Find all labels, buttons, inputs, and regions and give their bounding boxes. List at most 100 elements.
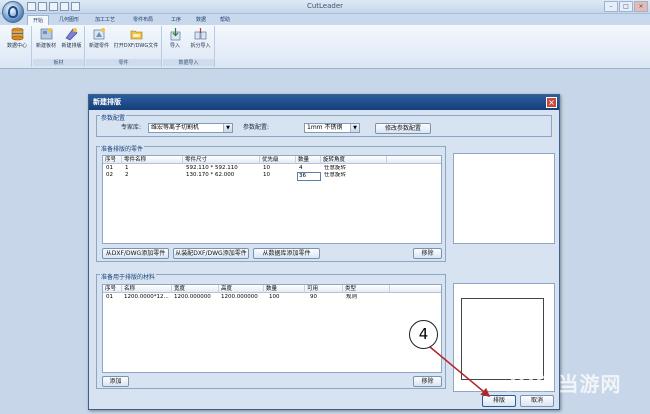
- materials-group-title: 准备用于排版的材料: [100, 274, 157, 281]
- new-sheet-label: 新建板材: [35, 43, 56, 49]
- column-header[interactable]: 零件名称: [122, 156, 183, 164]
- split-import-icon: [194, 28, 207, 40]
- part-preview: [453, 153, 555, 244]
- open-dxf-icon: [130, 30, 142, 40]
- ribbon-group-import: 导入 拆分导入 数据导入: [163, 26, 215, 67]
- new-nest-label: 新建排版: [61, 43, 82, 49]
- material-type: 规则: [346, 294, 358, 300]
- material-index: 01: [106, 294, 113, 300]
- close-icon[interactable]: ×: [634, 1, 648, 12]
- app-title: CutLeader: [306, 2, 344, 10]
- split-import-button[interactable]: 拆分导入: [187, 27, 214, 49]
- open-dxf-button[interactable]: 打开DXF/DWG文件: [111, 27, 161, 49]
- part-index: 01: [106, 165, 113, 171]
- column-header[interactable]: 宽度: [172, 285, 219, 293]
- app-menu-button[interactable]: [2, 1, 24, 23]
- param-config-title: 参数配置: [100, 115, 127, 122]
- import-button[interactable]: 导入: [164, 27, 186, 49]
- part-index: 02: [106, 172, 113, 178]
- chevron-down-icon: ▼: [223, 124, 232, 132]
- tab-data[interactable]: 数据: [191, 15, 211, 25]
- ribbon-group-part: 新建零件 打开DXF/DWG文件 零件: [86, 26, 162, 67]
- material-name: 1200.0000*12...: [124, 294, 169, 300]
- part-priority: 10: [263, 172, 270, 178]
- open-dxf-label: 打开DXF/DWG文件: [113, 43, 159, 49]
- parts-table-header: 序号 零件名称 零件尺寸 优先级 数量 旋转角度: [103, 156, 441, 164]
- new-sheet-icon: [40, 28, 52, 40]
- new-sheet-button[interactable]: 新建板材: [34, 27, 58, 49]
- column-header[interactable]: 旋转角度: [321, 156, 387, 164]
- title-bar: CutLeader – □ ×: [0, 0, 650, 14]
- material-quantity[interactable]: 100: [269, 294, 280, 301]
- ribbon-group-label-sheet: 板材: [33, 59, 84, 66]
- chevron-down-icon: ▼: [350, 124, 359, 132]
- param-config-select[interactable]: 1mm 不锈钢 ▼: [304, 123, 360, 133]
- new-part-label: 新建零件: [88, 43, 109, 49]
- data-center-label: 数据中心: [6, 43, 27, 49]
- part-priority: 10: [263, 165, 270, 171]
- materials-group: 准备用于排版的材料 序号 名称 宽度 高度 数量 可用 类型 01 1200.0…: [96, 274, 446, 389]
- column-header[interactable]: 名称: [122, 285, 172, 293]
- material-height: 1200.000000: [221, 294, 258, 300]
- import-icon: [170, 28, 180, 41]
- remove-part-button[interactable]: 移除: [413, 248, 442, 259]
- column-header[interactable]: 优先级: [260, 156, 296, 164]
- ribbon-group-label-import: 数据导入: [163, 59, 214, 66]
- column-header[interactable]: 数量: [264, 285, 305, 293]
- window-controls: – □ ×: [604, 1, 648, 12]
- part-size: 130.170 * 62.000: [186, 172, 235, 178]
- new-part-button[interactable]: 新建零件: [87, 27, 111, 49]
- new-nest-button[interactable]: 新建排版: [59, 27, 84, 49]
- tab-layout[interactable]: 零件布局: [128, 15, 158, 25]
- tab-home[interactable]: 开始: [27, 15, 50, 25]
- part-rotation[interactable]: 任意旋转: [324, 172, 346, 179]
- modify-param-config-button[interactable]: 修改参数配置: [375, 123, 431, 134]
- materials-table: 序号 名称 宽度 高度 数量 可用 类型 01 1200.0000*12... …: [102, 284, 442, 373]
- tab-sequence[interactable]: 工序: [166, 15, 186, 25]
- materials-table-header: 序号 名称 宽度 高度 数量 可用 类型: [103, 285, 441, 293]
- column-header[interactable]: 零件尺寸: [183, 156, 260, 164]
- expert-library-value: 维宏等离子切割机: [151, 124, 200, 131]
- part-rotation[interactable]: 任意旋转: [324, 165, 346, 172]
- expert-library-select[interactable]: 维宏等离子切割机 ▼: [148, 123, 233, 133]
- column-header[interactable]: 可用: [305, 285, 343, 293]
- new-nest-dialog: 新建排版 × 参数配置 专家库: 维宏等离子切割机 ▼ 参数配置: 1mm 不锈…: [88, 94, 560, 410]
- part-name: 1: [125, 165, 129, 171]
- column-header[interactable]: 序号: [103, 156, 122, 164]
- watermark: 3H8 当游网: [503, 372, 622, 396]
- part-quantity-input[interactable]: 36: [297, 172, 321, 181]
- ribbon-tabs: 开始 几何图形 加工工艺 零件布局 工序 数据 帮助: [0, 14, 650, 25]
- tab-help[interactable]: 帮助: [215, 15, 235, 25]
- add-material-button[interactable]: 添加: [102, 376, 129, 387]
- part-size: 592.110 * 592.110: [186, 165, 238, 171]
- minimize-icon[interactable]: –: [604, 1, 618, 12]
- column-header[interactable]: 数量: [296, 156, 321, 164]
- dialog-title: 新建排版: [89, 95, 559, 110]
- column-header[interactable]: 高度: [219, 285, 264, 293]
- ribbon-group-data-center: 数据中心: [2, 26, 32, 67]
- parts-table: 序号 零件名称 零件尺寸 优先级 数量 旋转角度 01 1 592.110 * …: [102, 155, 442, 244]
- dialog-close-icon[interactable]: ×: [546, 97, 557, 108]
- maximize-icon[interactable]: □: [619, 1, 633, 12]
- part-name: 2: [125, 172, 129, 178]
- data-center-button[interactable]: 数据中心: [3, 27, 31, 49]
- import-label: 导入: [169, 43, 180, 49]
- step-callout: 4: [409, 320, 438, 349]
- ribbon-group-label-part: 零件: [86, 59, 161, 66]
- material-width: 1200.000000: [174, 294, 211, 300]
- expert-library-label: 专家库:: [121, 124, 142, 131]
- parts-group: 准备排版的零件 序号 零件名称 零件尺寸 优先级 数量 旋转角度 01 1 59…: [96, 146, 446, 262]
- tab-process[interactable]: 加工工艺: [90, 15, 120, 25]
- add-from-assembly-dxf-button[interactable]: 从装配DXF/DWG添加零件: [173, 248, 249, 259]
- remove-material-button[interactable]: 移除: [413, 376, 442, 387]
- ribbon: 数据中心 新建板材 新建排版 板材 新建零件 打开DXF/DWG文件 零件 导入…: [0, 25, 650, 69]
- add-from-database-button[interactable]: 从数据库添加零件: [253, 248, 320, 259]
- param-config-group: 参数配置 专家库: 维宏等离子切割机 ▼ 参数配置: 1mm 不锈钢 ▼ 修改参…: [96, 115, 552, 137]
- tab-geometry[interactable]: 几何图形: [54, 15, 84, 25]
- column-header[interactable]: 序号: [103, 285, 122, 293]
- param-config-label: 参数配置:: [243, 124, 270, 131]
- add-from-dxf-button[interactable]: 从DXF/DWG添加零件: [102, 248, 169, 259]
- column-header[interactable]: 类型: [343, 285, 390, 293]
- part-quantity[interactable]: 4: [299, 165, 303, 172]
- parts-group-title: 准备排版的零件: [100, 146, 145, 153]
